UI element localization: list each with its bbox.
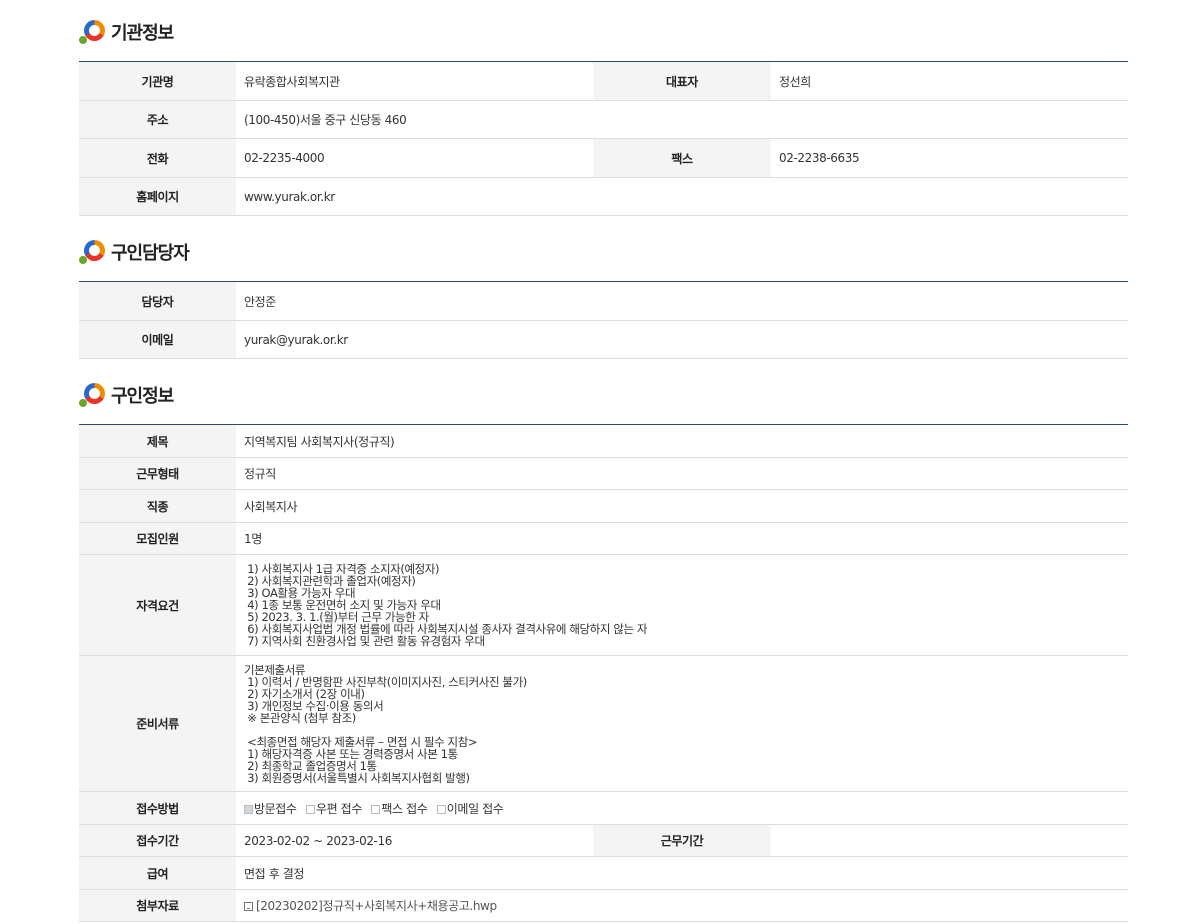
label-phone: 전화 xyxy=(79,138,236,178)
label-application-period: 접수기간 xyxy=(79,824,236,857)
value-fax: 02-2238-6635 xyxy=(771,138,1128,178)
label-attachment: 첨부자료 xyxy=(79,889,236,922)
label-salary: 급여 xyxy=(79,856,236,890)
checkbox-icon[interactable] xyxy=(371,804,381,814)
value-work-period xyxy=(771,824,1128,857)
table-row: 홈페이지 www.yurak.or.kr xyxy=(79,177,1128,216)
label-email: 이메일 xyxy=(79,320,236,359)
value-homepage: www.yurak.or.kr xyxy=(236,177,1128,216)
value-documents: 기본제출서류 1) 이력서 / 반명함판 사진부착(이미지사진, 스티커사진 불… xyxy=(236,655,1128,792)
application-method-options: 방문접수 우편 접수 팩스 접수 이메일 접수 xyxy=(236,791,1128,825)
value-phone: 02-2235-4000 xyxy=(236,138,593,178)
section-header-recruiter: 구인담당자 xyxy=(79,237,190,267)
value-qualification: 1) 사회복지사 1급 자격증 소지자(예정자) 2) 사회복지관련학과 졸업자… xyxy=(236,554,1128,656)
table-row: 준비서류 기본제출서류 1) 이력서 / 반명함판 사진부착(이미지사진, 스티… xyxy=(79,655,1128,792)
attachment-link[interactable]: [20230202]정규직+사회복지사+채용공고.hwp xyxy=(256,899,497,913)
value-occupation: 사회복지사 xyxy=(236,489,1128,523)
value-representative: 정선희 xyxy=(771,61,1128,101)
label-homepage: 홈페이지 xyxy=(79,177,236,216)
label-institution-name: 기관명 xyxy=(79,61,236,101)
table-row: 근무형태 정규직 xyxy=(79,457,1128,490)
value-institution-name: 유락종합사회복지관 xyxy=(236,61,593,101)
table-row: 기관명 유락종합사회복지관 대표자 정선희 xyxy=(79,61,1128,101)
table-row: 주소 (100-450)서울 중구 신당동 460 xyxy=(79,100,1128,139)
value-application-period: 2023-02-02 ~ 2023-02-16 xyxy=(236,824,593,857)
bullet-logo-icon xyxy=(79,381,107,409)
section-title-job: 구인정보 xyxy=(111,386,174,407)
section-title-institution: 기관정보 xyxy=(111,23,174,44)
value-email: yurak@yurak.or.kr xyxy=(236,320,1128,359)
label-fax: 팩스 xyxy=(593,138,771,178)
table-row: 모집인원 1명 xyxy=(79,522,1128,555)
table-row: 직종 사회복지사 xyxy=(79,489,1128,523)
label-job-title: 제목 xyxy=(79,424,236,458)
label-headcount: 모집인원 xyxy=(79,522,236,555)
label-qualification: 자격요건 xyxy=(79,554,236,656)
label-work-period: 근무기간 xyxy=(593,824,771,857)
table-row: 이메일 yurak@yurak.or.kr xyxy=(79,320,1128,359)
value-job-title: 지역복지팀 사회복지사(정규직) xyxy=(236,424,1128,458)
table-row: 접수방법 방문접수 우편 접수 팩스 접수 이메일 접수 xyxy=(79,791,1128,825)
table-row: 제목 지역복지팀 사회복지사(정규직) xyxy=(79,424,1128,458)
table-row: 전화 02-2235-4000 팩스 02-2238-6635 xyxy=(79,138,1128,178)
label-occupation: 직종 xyxy=(79,489,236,523)
institution-table: 기관명 유락종합사회복지관 대표자 정선희 주소 (100-450)서울 중구 … xyxy=(79,61,1128,216)
attachment-cell: [20230202]정규직+사회복지사+채용공고.hwp xyxy=(236,889,1128,922)
method-option-email[interactable]: 이메일 접수 xyxy=(436,802,504,816)
section-title-recruiter: 구인담당자 xyxy=(111,243,190,264)
job-table: 제목 지역복지팀 사회복지사(정규직) 근무형태 정규직 직종 사회복지사 모집… xyxy=(79,424,1128,922)
label-application-method: 접수방법 xyxy=(79,791,236,825)
label-work-type: 근무형태 xyxy=(79,457,236,490)
file-icon xyxy=(244,902,253,911)
bullet-logo-icon xyxy=(79,18,107,46)
table-row: 첨부자료 [20230202]정규직+사회복지사+채용공고.hwp xyxy=(79,889,1128,922)
recruiter-table: 담당자 안정준 이메일 yurak@yurak.or.kr xyxy=(79,281,1128,359)
value-headcount: 1명 xyxy=(236,522,1128,555)
table-row: 자격요건 1) 사회복지사 1급 자격증 소지자(예정자) 2) 사회복지관련학… xyxy=(79,554,1128,656)
section-header-job: 구인정보 xyxy=(79,380,174,410)
table-row: 접수기간 2023-02-02 ~ 2023-02-16 근무기간 xyxy=(79,824,1128,857)
section-header-institution: 기관정보 xyxy=(79,17,174,47)
method-option-visit[interactable]: 방문접수 xyxy=(244,802,297,816)
value-manager: 안정준 xyxy=(236,281,1128,321)
table-row: 급여 면접 후 결정 xyxy=(79,856,1128,890)
bullet-logo-icon xyxy=(79,238,107,266)
checkbox-icon[interactable] xyxy=(244,804,253,814)
label-representative: 대표자 xyxy=(593,61,771,101)
value-salary: 면접 후 결정 xyxy=(236,856,1128,890)
table-row: 담당자 안정준 xyxy=(79,281,1128,321)
value-address: (100-450)서울 중구 신당동 460 xyxy=(236,100,1128,139)
value-work-type: 정규직 xyxy=(236,457,1128,490)
method-option-fax[interactable]: 팩스 접수 xyxy=(371,802,428,816)
label-manager: 담당자 xyxy=(79,281,236,321)
method-option-mail[interactable]: 우편 접수 xyxy=(305,802,362,816)
label-documents: 준비서류 xyxy=(79,655,236,792)
label-address: 주소 xyxy=(79,100,236,139)
checkbox-icon[interactable] xyxy=(305,804,315,814)
checkbox-icon[interactable] xyxy=(436,804,446,814)
